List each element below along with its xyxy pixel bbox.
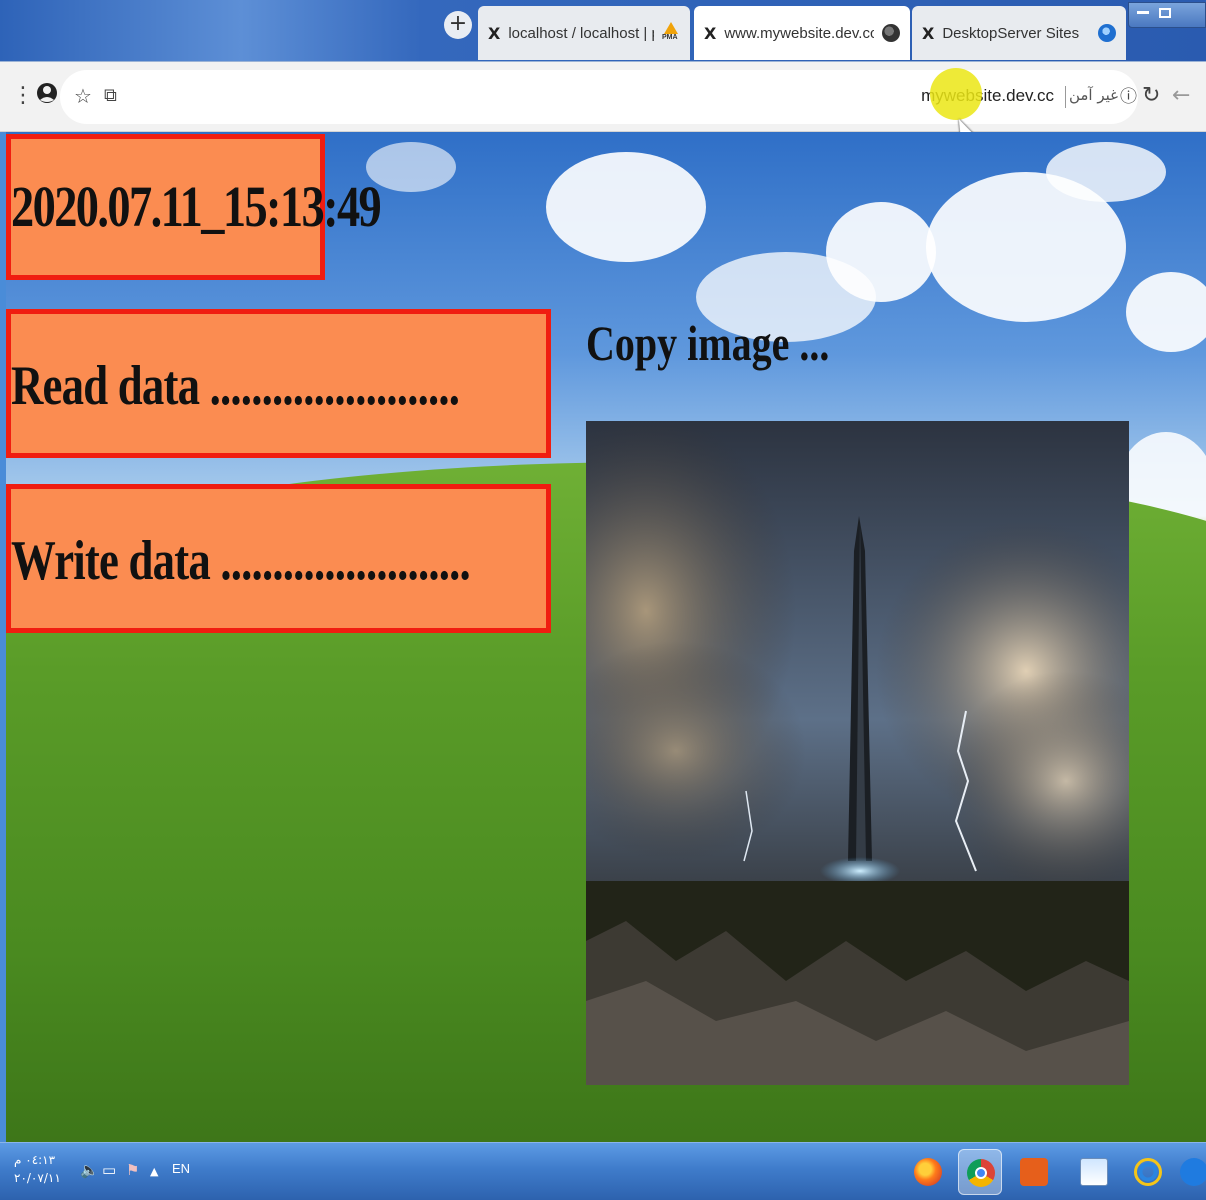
chrome-taskbar-button[interactable]	[958, 1149, 1002, 1195]
taskbar: ٠٤:١٣ م ٢٠/٠٧/١١ 🔈 ▭ ⚑ ▲ EN	[0, 1142, 1206, 1200]
edge-icon	[1180, 1158, 1206, 1186]
edge-taskbar-button[interactable]	[1176, 1149, 1206, 1195]
wallpaper-cloud	[826, 202, 936, 302]
wallpaper-cloud	[1046, 142, 1166, 202]
globe-icon	[882, 24, 900, 42]
input-language[interactable]: EN	[172, 1161, 190, 1176]
action-center-icon[interactable]: ⚑	[126, 1161, 139, 1179]
write-data-label: Write data ........................	[11, 530, 471, 592]
tab-title: DesktopServer Sites	[942, 24, 1080, 42]
system-clock[interactable]: ٠٤:١٣ م ٢٠/٠٧/١١	[14, 1151, 61, 1187]
extension-icon[interactable]: ⧉	[104, 84, 117, 108]
maximize-icon[interactable]	[1159, 8, 1171, 18]
phpmyadmin-icon	[662, 22, 680, 44]
internet-explorer-icon	[1134, 1158, 1162, 1186]
volume-icon[interactable]: 🔈	[80, 1161, 99, 1179]
profile-icon[interactable]	[36, 82, 58, 114]
info-icon[interactable]: ⓘ	[1120, 85, 1138, 109]
firefox-taskbar-button[interactable]	[906, 1149, 950, 1195]
media-player-taskbar-button[interactable]	[1012, 1149, 1056, 1195]
back-icon[interactable]: ←	[1172, 84, 1190, 108]
system-clock-date: ٢٠/٠٧/١١	[14, 1171, 61, 1185]
firefox-icon	[914, 1158, 942, 1186]
desktopserver-icon	[1098, 24, 1116, 42]
clock-panel: 2020.07.11_15:13:49	[6, 134, 382, 280]
close-tab-icon[interactable]: X	[922, 24, 934, 43]
tab-strip: + X localhost / localhost | phpMyAdr X w…	[0, 0, 1206, 62]
write-data-panel[interactable]: Write data ........................	[6, 484, 551, 633]
chrome-icon	[967, 1159, 995, 1187]
new-tab-button[interactable]: +	[444, 11, 472, 39]
copied-image	[586, 421, 1129, 1085]
not-secure-label[interactable]: غير آمن	[1069, 86, 1118, 104]
browser-toolbar: ⋮ ☆ ⧉ mywebsite.dev.cc غير آمن ⓘ ↻ ←	[0, 62, 1206, 132]
reload-icon[interactable]: ↻	[1142, 84, 1160, 108]
tab-desktopserver[interactable]: X DesktopServer Sites	[912, 6, 1126, 60]
read-data-panel[interactable]: Read data ........................	[6, 309, 551, 458]
tab-title: localhost / localhost | phpMyAdr	[508, 24, 654, 42]
tab-title: www.mywebsite.dev.cc	[724, 24, 874, 42]
internet-explorer-taskbar-button[interactable]	[1126, 1149, 1170, 1195]
close-tab-icon[interactable]: X	[488, 24, 500, 43]
window-controls[interactable]	[1128, 2, 1206, 28]
network-icon[interactable]: ▭	[102, 1161, 116, 1179]
star-icon[interactable]: ☆	[74, 84, 92, 108]
minimize-icon[interactable]	[1137, 11, 1149, 14]
wallpaper-cloud	[1126, 272, 1206, 352]
menu-icon[interactable]: ⋮	[12, 84, 34, 108]
system-clock-time: ٠٤:١٣ م	[14, 1153, 56, 1167]
omnibox-separator	[1065, 86, 1066, 108]
notepad-icon	[1080, 1158, 1108, 1186]
tab-phpmyadmin[interactable]: X localhost / localhost | phpMyAdr	[478, 6, 690, 60]
page-viewport: 2020.07.11_15:13:49 Read data ..........…	[6, 132, 1206, 1142]
copy-image-label: Copy image ...	[586, 315, 830, 371]
close-tab-icon[interactable]: X	[704, 24, 716, 43]
cursor-highlight	[930, 68, 982, 120]
notepad-taskbar-button[interactable]	[1072, 1149, 1116, 1195]
tab-mywebsite[interactable]: X www.mywebsite.dev.cc	[694, 6, 910, 60]
media-player-icon	[1020, 1158, 1048, 1186]
wallpaper-cloud	[546, 152, 706, 262]
read-data-label: Read data ........................	[11, 355, 460, 417]
show-hidden-icons-icon[interactable]: ▲	[150, 1165, 158, 1178]
clock-display: 2020.07.11_15:13:49	[11, 174, 382, 239]
